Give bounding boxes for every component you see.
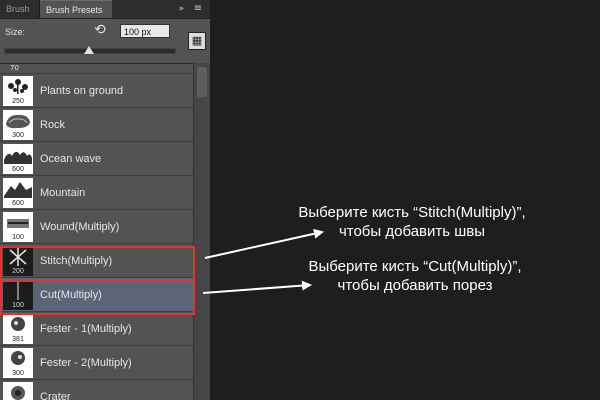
callout-arrows <box>202 228 324 294</box>
cut-callout-line2: чтобы добавить порез <box>337 277 493 294</box>
stitch-callout-line2: чтобы добавить швы <box>338 223 486 240</box>
cut-callout: Выберите кисть “Cut(Multiply)”, чтобы до… <box>270 257 560 295</box>
stitch-callout: Выберите кисть “Stitch(Multiply)”, чтобы… <box>262 203 562 241</box>
stitch-callout-line1: Выберите кисть “Stitch(Multiply)”, <box>298 204 526 221</box>
cut-callout-line1: Выберите кисть “Cut(Multiply)”, <box>308 258 522 275</box>
